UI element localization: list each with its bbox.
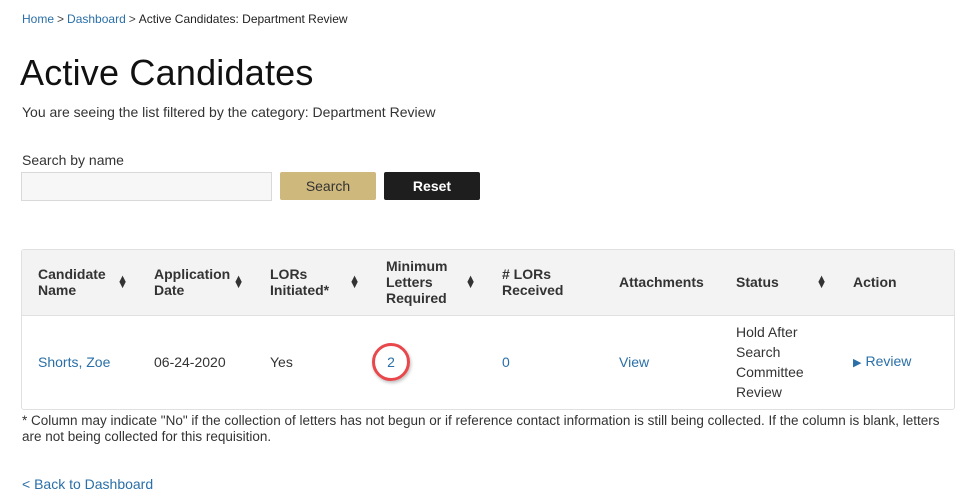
column-label: Candidate Name [38,266,106,299]
breadcrumb-separator: > [57,12,65,26]
breadcrumb-home[interactable]: Home [22,12,54,26]
breadcrumb: Home > Dashboard > Active Candidates: Depart… [22,12,348,26]
page-title: Active Candidates [20,52,314,93]
column-header-application-date[interactable]: Application Date ▲ ▼ [138,250,254,316]
column-label: Attachments [619,274,704,291]
play-triangle-icon: ▶ [853,357,862,370]
column-label: LORs Initiated* [270,266,330,299]
search-name-input[interactable] [21,172,272,201]
breadcrumb-dashboard[interactable]: Dashboard [67,12,126,26]
column-header-status[interactable]: Status ▲ ▼ [720,250,837,316]
column-header-attachments: Attachments [603,250,720,316]
sort-icon[interactable]: ▲ ▼ [233,274,244,291]
search-label: Search by name [22,152,124,168]
column-header-candidate-name[interactable]: Candidate Name ▲ ▼ [22,250,138,316]
application-date: 06-24-2020 [154,354,226,371]
column-header-action: Action [837,250,954,316]
review-action-link[interactable]: ▶ Review [853,353,911,369]
reset-button[interactable]: Reset [384,172,480,200]
sort-icon[interactable]: ▲ ▼ [465,274,476,291]
column-label: Action [853,274,897,291]
table-header-row: Candidate Name ▲ ▼ Application Date ▲ ▼ LORs… [22,250,954,316]
status-text: Hold After Search Committee Review [736,324,804,401]
lors-received-link[interactable]: 0 [502,354,510,370]
table-row: Shorts, Zoe 06-24-2020 Yes 2 0 View Hold… [22,315,954,409]
breadcrumb-current: Active Candidates: Department Review [138,12,348,26]
footnote: * Column may indicate "No" if the collec… [22,413,940,444]
review-label: Review [865,353,912,370]
column-label: Status [736,274,779,291]
filter-description: You are seeing the list filtered by the … [22,104,436,120]
minimum-letters-link[interactable]: 2 [387,352,395,372]
column-label: Application Date [154,266,231,299]
breadcrumb-separator: > [128,12,136,26]
column-header-lors-received: # LORs Received [486,250,603,316]
column-label: Minimum Letters Required [386,258,448,307]
attachments-view-link[interactable]: View [619,354,649,370]
back-to-dashboard-link[interactable]: < Back to Dashboard [22,476,153,492]
column-header-lors-initiated[interactable]: LORs Initiated* ▲ ▼ [254,250,370,316]
candidate-name-link[interactable]: Shorts, Zoe [38,354,110,370]
sort-icon[interactable]: ▲ ▼ [117,274,128,291]
column-header-minimum-letters-required[interactable]: Minimum Letters Required ▲ ▼ [370,250,486,316]
lors-initiated: Yes [270,354,293,371]
highlight-circle-annotation: 2 [372,343,410,382]
search-button[interactable]: Search [280,172,376,200]
column-label: # LORs Received [502,266,564,299]
sort-icon[interactable]: ▲ ▼ [816,274,827,291]
sort-icon[interactable]: ▲ ▼ [349,274,360,291]
candidates-table: Candidate Name ▲ ▼ Application Date ▲ ▼ LORs… [21,249,955,410]
